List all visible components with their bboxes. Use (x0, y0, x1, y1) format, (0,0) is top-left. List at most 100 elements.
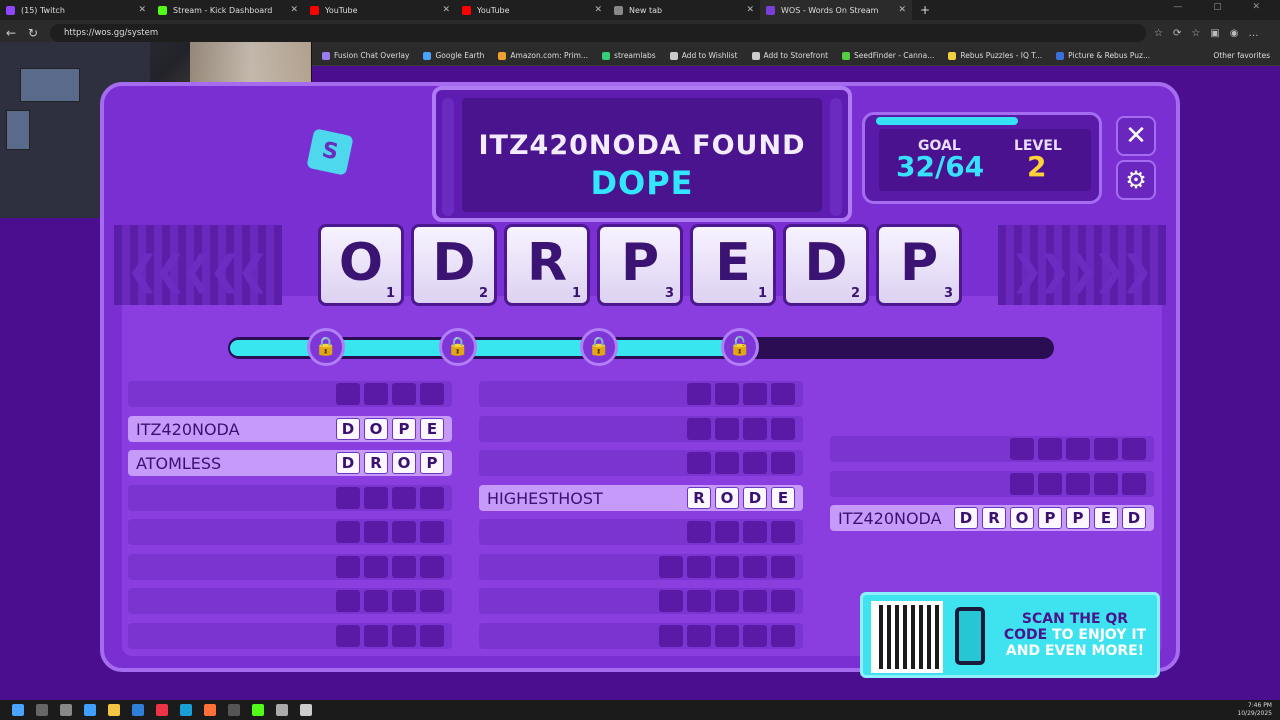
edge-icon[interactable] (84, 704, 96, 716)
empty-word-row (128, 588, 452, 614)
chrome-icon[interactable] (156, 704, 168, 716)
toolbar-icons[interactable]: ☆⟳☆▣◉… (1154, 28, 1268, 39)
windows-start-icon[interactable] (12, 704, 24, 716)
tile-score: 1 (757, 286, 767, 301)
letter-slot (743, 417, 767, 440)
tab-title: YouTube (477, 5, 510, 15)
qr-promo[interactable]: SCAN THE QR CODE TO ENJOY IT AND EVEN MO… (860, 592, 1160, 678)
letter-tile[interactable]: R1 (504, 224, 590, 306)
letter-slot: D (336, 452, 360, 474)
task-view-icon[interactable] (60, 704, 72, 716)
bookmark-item[interactable]: Picture & Rebus Puz... (1056, 51, 1150, 60)
tab-close-icon[interactable]: ✕ (138, 5, 146, 15)
file-explorer-icon[interactable] (108, 704, 120, 716)
browser-tab[interactable]: (15) Twitch ✕ (0, 0, 152, 20)
right-chevrons: ❯❯❯❯❯ (1010, 248, 1154, 294)
player-name: HIGHESTHOST (487, 488, 603, 508)
letter-slot (715, 590, 739, 612)
system-clock: 7:46 PM 10/29/2025 (1237, 702, 1272, 718)
letter-tile[interactable]: P3 (597, 224, 683, 306)
tile-letter: E (715, 233, 751, 293)
browser-tab[interactable]: New tab ✕ (608, 0, 760, 20)
letter-slot (743, 521, 767, 543)
bookmark-label: Add to Storefront (763, 51, 829, 60)
letter-slot (336, 555, 360, 578)
bookmark-item[interactable]: Google Earth (423, 51, 484, 60)
outlook-icon[interactable] (132, 704, 144, 716)
found-banner: ITZ420NODA FOUND DOPE (432, 86, 852, 222)
letter-slot (687, 383, 711, 405)
browser-tab[interactable]: YouTube ✕ (456, 0, 608, 20)
browser-icon[interactable] (180, 704, 192, 716)
lock-icon: 🔒 (307, 328, 345, 366)
found-word-row: ITZ420NODA D R O P P E D (830, 505, 1154, 531)
search-icon[interactable] (36, 704, 48, 716)
bookmark-item[interactable]: streamlabs (602, 51, 656, 60)
other-favorites[interactable]: Other favorites (1213, 51, 1270, 60)
reload-icon[interactable]: ↻ (22, 26, 44, 40)
letter-slot (420, 555, 444, 578)
browser-tab-bar: (15) Twitch ✕ Stream - Kick Dashboard ✕ YouT… (0, 0, 1280, 20)
letter-slot (392, 521, 416, 543)
bookmark-item[interactable]: Rebus Puzzles - IQ T... (948, 51, 1042, 60)
letter-slot (687, 590, 711, 612)
tile-letter: P (620, 233, 660, 293)
letter-tile[interactable]: D2 (783, 224, 869, 306)
settings-button[interactable]: ⚙ (1116, 160, 1156, 200)
bookmark-item[interactable]: Fusion Chat Overlay (322, 51, 409, 60)
clock-date: 10/29/2025 (1237, 710, 1272, 717)
browser-tab[interactable]: Stream - Kick Dashboard ✕ (152, 0, 304, 20)
empty-word-row (128, 381, 452, 407)
letter-slot (687, 417, 711, 440)
obs-icon[interactable] (228, 704, 240, 716)
url-text: https://wos.gg/system (64, 28, 159, 38)
bookmark-item[interactable]: Add to Storefront (751, 51, 829, 60)
letter-slot (336, 521, 360, 543)
app-icon[interactable] (252, 704, 264, 716)
letter-slot (771, 417, 795, 440)
bookmark-item[interactable]: Add to Wishlist (669, 51, 738, 60)
letter-slot (392, 486, 416, 509)
tab-close-icon[interactable]: ✕ (746, 5, 754, 15)
letter-slot: E (420, 417, 444, 440)
letter-slot (715, 555, 739, 578)
tab-close-icon[interactable]: ✕ (898, 5, 906, 15)
url-field[interactable]: https://wos.gg/system (50, 24, 1146, 42)
letter-slot: O (364, 417, 388, 440)
letter-slot (715, 383, 739, 405)
letter-tile[interactable]: E1 (690, 224, 776, 306)
bookmark-item[interactable]: Amazon.com: Prim... (498, 51, 588, 60)
firefox-icon[interactable] (204, 704, 216, 716)
tile-letter: P (899, 233, 939, 293)
letter-tile[interactable]: P3 (876, 224, 962, 306)
back-icon[interactable]: ← (0, 26, 22, 40)
window-controls[interactable]: — ▢ ✕ (1173, 2, 1274, 12)
app-icon[interactable] (276, 704, 288, 716)
letter-tile[interactable]: O1 (318, 224, 404, 306)
letter-slot (1066, 438, 1090, 460)
lock-icon: 🔒 (580, 328, 618, 366)
bookmark-favicon-icon (423, 51, 432, 60)
settings-icon[interactable] (300, 704, 312, 716)
letter-slot: O (392, 452, 416, 474)
tab-favicon-icon (462, 5, 471, 15)
empty-word-row (128, 519, 452, 545)
bookmark-favicon-icon (751, 51, 760, 60)
goal-progress-bar (876, 117, 1018, 125)
tab-close-icon[interactable]: ✕ (290, 5, 298, 15)
tile-score: 3 (664, 286, 674, 301)
tab-title: YouTube (325, 5, 358, 15)
lock-icon: 🔒 (439, 328, 477, 366)
browser-tab[interactable]: YouTube ✕ (304, 0, 456, 20)
bookmark-favicon-icon (1056, 51, 1065, 60)
new-tab-button[interactable]: + (920, 3, 930, 17)
letter-slot (1010, 472, 1034, 495)
close-button[interactable]: ✕ (1116, 116, 1156, 156)
browser-tab[interactable]: WOS - Words On Stream ✕ (760, 0, 912, 20)
letter-slot: E (771, 486, 795, 509)
letter-tile[interactable]: D2 (411, 224, 497, 306)
empty-word-row (830, 436, 1154, 462)
bookmark-item[interactable]: SeedFinder - Canna... (842, 51, 934, 60)
tab-close-icon[interactable]: ✕ (594, 5, 602, 15)
tab-close-icon[interactable]: ✕ (442, 5, 450, 15)
